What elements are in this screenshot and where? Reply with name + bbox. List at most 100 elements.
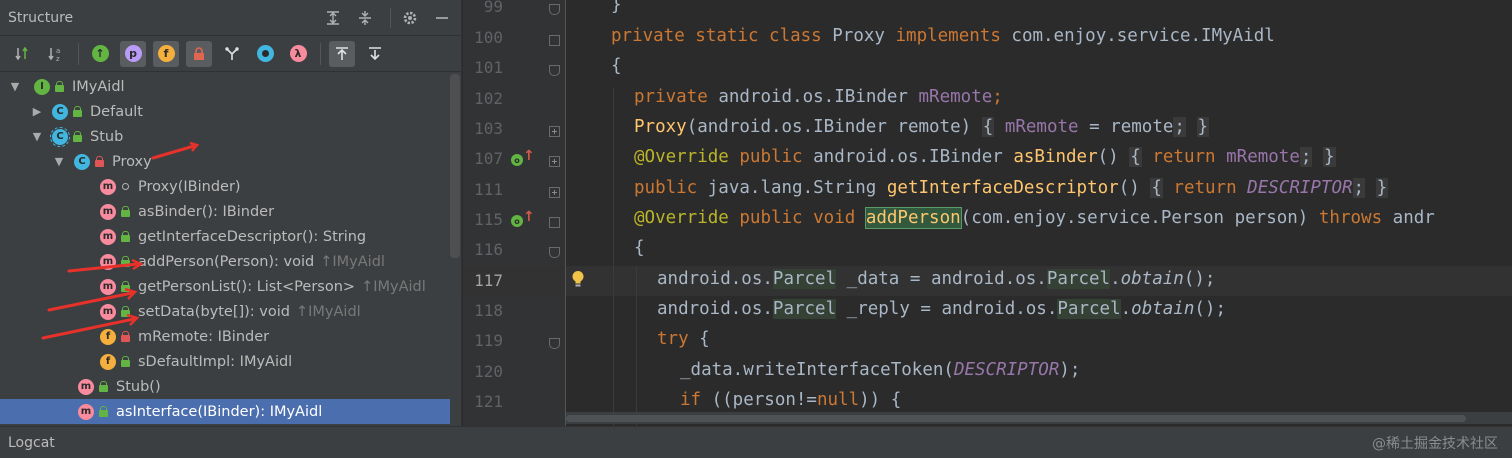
folded-brace[interactable]: } [1196,117,1210,137]
code-editor[interactable]: 99 100 101 102 103 107 111 115 116 117 1… [463,0,1512,426]
token: { [688,329,710,349]
folded-brace[interactable]: } [1322,147,1336,167]
line-number: 116 [474,240,503,259]
folded-brace[interactable]: { [1129,147,1142,167]
editor-horizontal-scrollbar[interactable] [566,412,1512,424]
tree-scrollbar[interactable] [450,74,460,258]
folded-brace[interactable]: { [1150,178,1163,198]
tree-node-label: asInterface(IBinder): IMyAidl [116,403,323,420]
token-constant: DESCRIPTOR [1247,178,1353,198]
public-icon [71,105,84,118]
token: { [634,238,645,258]
code-line-119: try { [657,329,710,349]
token-type-highlighted: Parcel [1057,299,1121,319]
fold-expand-icon[interactable] [549,187,560,198]
chevron-down-icon[interactable]: ▼ [52,155,66,168]
method-icon: m [100,203,116,220]
tree-node-default[interactable]: ▶ C Default [0,99,450,124]
token-annotation: @Override [634,208,729,228]
tree-node-proxy-constructor[interactable]: m Proxy(IBinder) [0,174,450,199]
svg-text:z: z [56,55,60,63]
token: () [1118,178,1140,198]
show-inherited-icon[interactable]: ↑ [87,41,113,67]
token-constant: DESCRIPTOR [953,360,1060,380]
line-number: 102 [474,89,503,108]
toolbar-separator-2 [320,42,321,65]
tree-node-getinterfacedescriptor[interactable]: m getInterfaceDescriptor(): String [0,224,450,249]
collapse-all-icon[interactable] [352,5,378,31]
tree-node-stub[interactable]: ▼ C Stub [0,124,450,149]
line-number: 120 [474,362,503,381]
logcat-tab[interactable]: Logcat [8,435,55,451]
line-number: 107 [474,149,503,168]
code-line-121: if ((person!=null)) { [680,390,901,410]
token-keyword: throws [1318,208,1383,228]
class-icon: C [74,153,90,170]
fold-end-icon[interactable] [549,65,560,76]
fold-end-icon[interactable] [549,338,560,349]
line-number: 111 [474,180,503,199]
tree-node-asinterface[interactable]: m asInterface(IBinder): IMyAidl [0,399,450,424]
autoscroll-from-source-icon[interactable] [362,41,388,67]
annotation-arrow-addperson [67,258,144,273]
tree-node-proxy[interactable]: ▼ C Proxy [0,149,450,174]
show-non-public-icon[interactable] [186,40,212,67]
show-lambda-icon[interactable]: λ [285,41,311,67]
show-fields-icon[interactable]: f [153,40,179,67]
show-properties-icon[interactable]: p [120,40,146,67]
inherited-from: ↑IMyAidl [320,253,385,270]
chevron-down-icon[interactable]: ▼ [8,80,22,93]
minimize-icon[interactable] [429,5,455,31]
tree-node-label: asBinder(): IBinder [138,203,275,220]
line-number: 100 [474,28,503,47]
tree-node-label: Proxy(IBinder) [138,178,241,195]
folded-brace[interactable]: } [1375,178,1389,198]
structure-panel: Structure az ↑ p f λ ▼ I IMyAidl ▶ C Def… [0,0,462,426]
token-keyword: return [1152,147,1216,167]
token-keyword: public void [739,208,856,228]
token: _reply = android.os. [836,299,1058,319]
annotation-arrow-getpersonlist [47,288,138,312]
sort-alphabetically-icon[interactable]: az [43,41,69,67]
code-line-117: android.os.Parcel _data = android.os.Par… [657,269,1215,289]
chevron-right-icon[interactable]: ▶ [30,105,44,118]
fold-expand-icon[interactable] [549,156,560,167]
fold-end-icon[interactable] [549,4,560,15]
token-field: mRemote [1004,117,1079,137]
fold-start-icon[interactable] [549,35,560,46]
line-number: 119 [474,331,503,350]
tree-node-label: Default [90,103,143,120]
autoscroll-to-source-icon[interactable] [329,40,355,67]
chevron-down-icon[interactable]: ▼ [30,130,44,143]
expand-all-icon[interactable] [320,5,346,31]
token-semicolon: ; [1299,147,1313,167]
sort-by-visibility-icon[interactable] [10,41,36,67]
public-icon [53,80,66,93]
fold-start-icon[interactable] [549,217,560,228]
tree-node-imyaidl[interactable]: ▼ I IMyAidl [0,74,450,99]
line-number: 118 [474,301,503,320]
tree-node-asbinder[interactable]: m asBinder(): IBinder [0,199,450,224]
overrides-method-icon[interactable]: o [511,215,523,227]
fold-expand-icon[interactable] [549,126,560,137]
tree-node-stub-constructor[interactable]: m Stub() [0,374,450,399]
token-semicolon: ; [1173,117,1186,137]
lightbulb-icon[interactable] [571,270,585,288]
scrollbar-thumb[interactable] [566,415,1466,422]
show-lambdas-icon[interactable] [252,41,278,67]
line-number: 115 [474,210,503,229]
token: android.os. [657,299,773,319]
code-line-99: } [611,0,622,15]
method-icon: m [78,378,94,395]
folded-brace[interactable]: { [981,117,995,137]
annotation-arrow-proxy [151,141,200,160]
show-anonymous-icon[interactable] [219,41,245,67]
annotation-arrow-setdata [41,314,140,340]
gear-icon[interactable] [397,5,423,31]
overrides-method-icon[interactable]: o [511,154,523,166]
token: = remote [1078,117,1174,137]
interface-icon: I [34,78,50,95]
fold-end-icon[interactable] [549,247,560,258]
token-static-method: obtain [1120,269,1184,289]
tree-node-sdefaultimpl[interactable]: f sDefaultImpl: IMyAidl [0,349,450,374]
